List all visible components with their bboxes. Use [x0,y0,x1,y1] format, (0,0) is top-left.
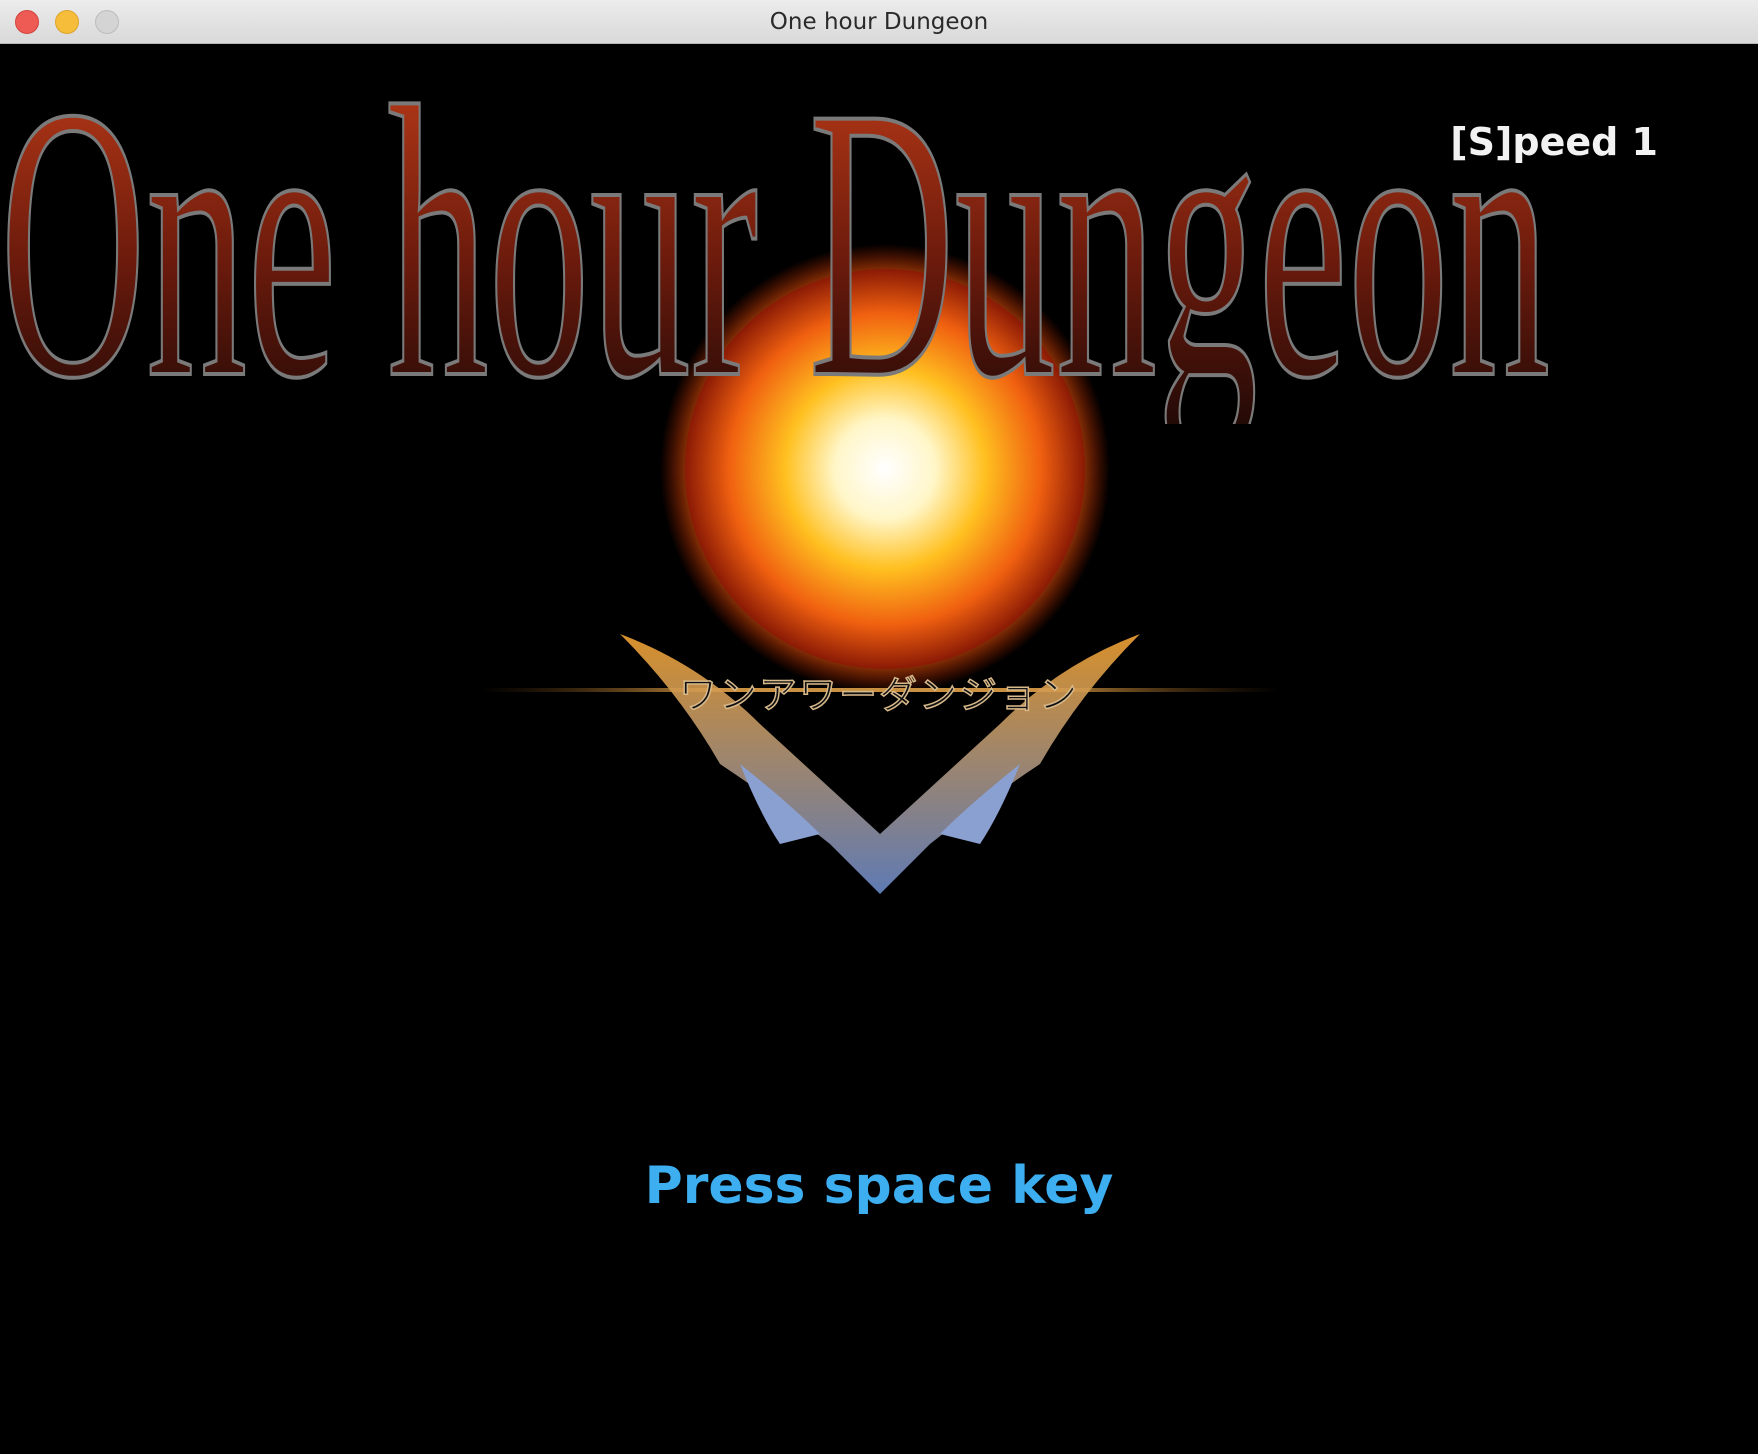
app-window: One hour Dungeon [S]peed 1 One hour Dung… [0,0,1758,1454]
title-bar[interactable]: One hour Dungeon [0,0,1758,44]
title-wordmark: One hour Dungeon [0,44,1552,424]
press-space-prompt: Press space key [644,1156,1114,1216]
game-logo: One hour Dungeon ワンアワーダンジョン [0,44,1758,944]
title-text: One hour Dungeon [0,44,1550,424]
window-title: One hour Dungeon [769,9,989,35]
game-canvas[interactable]: [S]peed 1 One hour Dungeon ワンアワーダンジョン Pr… [0,44,1758,1454]
logo-subtitle: ワンアワーダンジョン [678,672,1079,718]
